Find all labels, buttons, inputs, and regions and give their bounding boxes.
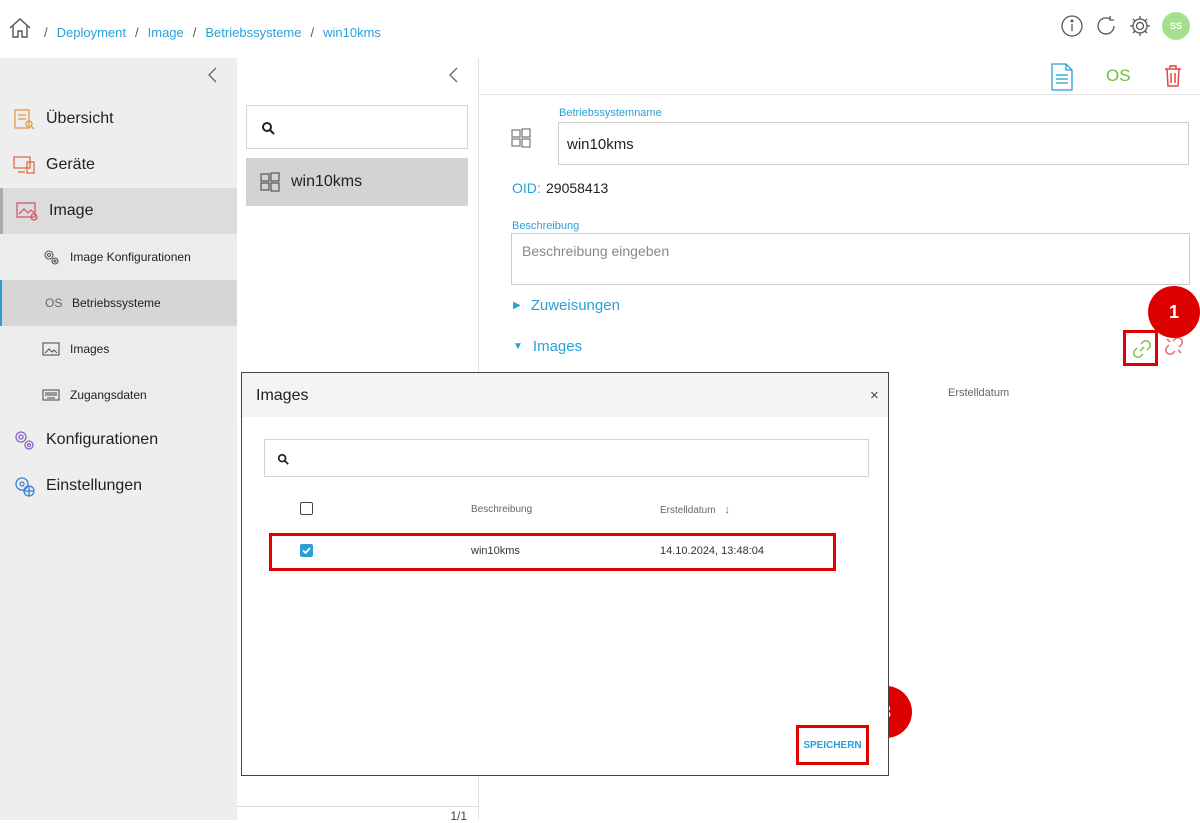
save-button[interactable]: SPEICHERN [799, 728, 866, 762]
sidebar: Übersicht Geräte Image Image Konfigurati… [0, 58, 237, 820]
breadcrumb-image[interactable]: Image [148, 25, 184, 40]
sidebar-subitem-image-konfigurationen[interactable]: Image Konfigurationen [0, 234, 237, 280]
column-header-beschreibung[interactable]: Beschreibung [471, 504, 532, 515]
keyboard-icon [42, 389, 60, 401]
info-icon[interactable] [1060, 14, 1084, 38]
os-button[interactable]: OS [1106, 66, 1131, 86]
gears-icon [44, 250, 59, 265]
sort-arrow-down-icon: ↓ [724, 504, 730, 516]
settings-globe-icon [15, 477, 35, 497]
column-header-label: Erstelldatum [660, 505, 716, 516]
section-images[interactable]: ▼ Images [513, 338, 582, 355]
column-header-erstelldatum[interactable]: Erstelldatum ↓ [660, 504, 730, 516]
sidebar-subitem-betriebssysteme[interactable]: OS Betriebssysteme [0, 280, 237, 326]
sidebar-item-geraete[interactable]: Geräte [0, 142, 237, 188]
section-label: Images [532, 338, 583, 355]
document-icon[interactable] [1049, 62, 1075, 92]
os-icon: OS [45, 296, 63, 310]
search-icon [277, 453, 289, 465]
image-icon [16, 202, 38, 221]
sidebar-subitem-images[interactable]: Images [0, 326, 237, 372]
unlink-icon[interactable] [1163, 335, 1185, 357]
chevron-left-icon[interactable] [204, 66, 222, 84]
name-label: Betriebssystemname [559, 107, 662, 119]
modal-search-input[interactable] [264, 439, 869, 477]
devices-icon [13, 156, 35, 174]
oid-label: OID: [512, 180, 541, 196]
breadcrumb-separator: / [135, 25, 139, 40]
sidebar-subitem-label: Images [70, 342, 110, 356]
sidebar-item-image[interactable]: Image [0, 188, 237, 234]
sidebar-item-einstellungen[interactable]: Einstellungen [0, 463, 237, 509]
overview-icon [14, 109, 35, 130]
caret-right-icon: ▶ [513, 300, 521, 311]
sidebar-item-label: Image [49, 202, 94, 219]
description-label: Beschreibung [512, 220, 580, 232]
section-zuweisungen[interactable]: ▶ Zuweisungen [513, 297, 620, 314]
images-modal: Images × Beschreibung Erstelldatum ↓ win… [241, 372, 889, 776]
breadcrumb-deployment[interactable]: Deployment [57, 25, 126, 40]
list-search-input[interactable] [246, 105, 468, 149]
sidebar-subitem-zugangsdaten[interactable]: Zugangsdaten [0, 372, 237, 418]
detail-toolbar: OS [479, 58, 1200, 95]
pager-text: 1/1 [450, 809, 467, 823]
windows-icon [260, 172, 280, 192]
sidebar-item-konfigurationen[interactable]: Konfigurationen [0, 417, 237, 463]
breadcrumb: / Deployment / Image / Betriebssysteme /… [44, 25, 390, 40]
picture-icon [42, 342, 60, 356]
avatar[interactable]: SS [1162, 12, 1190, 40]
list-item[interactable]: win10kms [246, 158, 468, 206]
list-item-label: win10kms [291, 173, 363, 190]
breadcrumb-separator: / [310, 25, 315, 40]
section-label: Zuweisungen [530, 297, 620, 314]
breadcrumb-separator: / [192, 25, 197, 40]
config-gears-icon [15, 431, 34, 450]
row-description: win10kms [471, 545, 520, 557]
windows-icon [511, 128, 531, 148]
breadcrumb-separator: / [44, 25, 48, 40]
row-checkbox[interactable] [300, 544, 313, 557]
caret-down-icon: ▼ [513, 341, 523, 352]
sidebar-item-uebersicht[interactable]: Übersicht [0, 96, 237, 142]
sidebar-subitem-label: Image Konfigurationen [70, 250, 191, 264]
save-highlight: SPEICHERN [796, 725, 869, 765]
select-all-checkbox[interactable] [300, 502, 313, 515]
home-icon[interactable] [8, 16, 32, 40]
link-image-button[interactable] [1123, 330, 1158, 366]
description-textarea[interactable]: Beschreibung eingeben [511, 233, 1190, 285]
refresh-icon[interactable] [1094, 14, 1118, 38]
link-icon [1133, 340, 1151, 358]
sidebar-item-label: Einstellungen [46, 477, 143, 494]
gear-icon[interactable] [1128, 14, 1152, 38]
column-header-erstelldatum[interactable]: Erstelldatum [948, 387, 1009, 399]
check-icon [302, 547, 311, 555]
sidebar-subitem-label: Zugangsdaten [70, 388, 147, 402]
sidebar-item-label: Geräte [46, 156, 95, 173]
oid-value: 29058413 [546, 180, 609, 196]
sidebar-item-label: Konfigurationen [46, 431, 159, 448]
breadcrumb-win10kms[interactable]: win10kms [323, 25, 381, 40]
modal-header: Images × [242, 373, 888, 417]
callout-badge: 1 [1148, 286, 1200, 338]
breadcrumb-betriebssysteme[interactable]: Betriebssysteme [205, 25, 301, 40]
sidebar-subitem-label: Betriebssysteme [72, 296, 161, 310]
close-icon[interactable]: × [870, 387, 879, 404]
sidebar-item-label: Übersicht [46, 110, 114, 127]
chevron-left-icon[interactable] [445, 66, 463, 84]
trash-icon[interactable] [1163, 64, 1183, 88]
os-name-input[interactable]: win10kms [558, 122, 1189, 165]
top-icons: SS [1060, 12, 1190, 40]
modal-title: Images [256, 387, 309, 404]
pager: 1/1 [237, 806, 479, 823]
row-created: 14.10.2024, 13:48:04 [660, 545, 764, 557]
top-bar: / Deployment / Image / Betriebssysteme /… [0, 0, 1200, 58]
search-icon [262, 122, 275, 135]
